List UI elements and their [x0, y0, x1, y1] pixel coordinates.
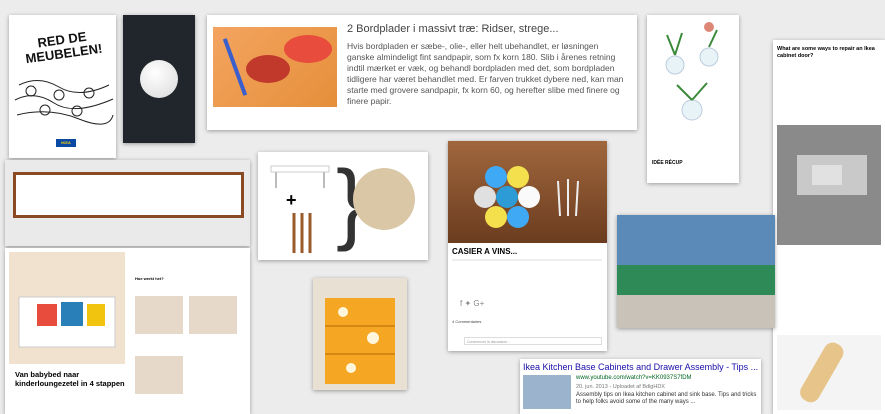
pin-title: IDÉE RÉCUP: [652, 160, 683, 166]
pin-casier-a-vins[interactable]: CASIER A VINS... f ✦ G+ 4 Commentaires C…: [448, 141, 607, 351]
ikea-logo: IKEA: [56, 139, 76, 147]
pin-babybed[interactable]: Van babybed naar kinderloungezetel in 4 …: [5, 248, 250, 414]
result-url[interactable]: www.youtube.com/watch?v=KK0937S7fDM: [576, 375, 692, 381]
hinge-photo: [777, 125, 881, 245]
pin-moon-lamp[interactable]: [123, 15, 195, 143]
facebook-icon[interactable]: f: [460, 299, 462, 308]
video-thumbnail[interactable]: [523, 375, 571, 409]
pin-body-text: Hvis bordpladen er sæbe-, olie-, eller h…: [347, 41, 624, 106]
pin-repair-cabinet-door[interactable]: What are some ways to repair an Ikea cab…: [773, 40, 885, 414]
pin-dresser[interactable]: [313, 278, 407, 390]
bench-cushion: [617, 265, 775, 295]
wine-rack-photo: [448, 141, 607, 243]
dresser-image: [325, 298, 395, 384]
coffee-table-image: [270, 165, 330, 188]
step-image: [135, 356, 183, 394]
share-icons[interactable]: f ✦ G+: [460, 299, 484, 308]
pin-table-hack[interactable]: + }: [258, 152, 428, 260]
sandpaper-photo: [213, 27, 337, 107]
result-meta: 20. jun. 2013 - Uploadet af BdigHDX: [576, 384, 665, 390]
hanging-vases-image: [665, 22, 719, 121]
sandpaper-tools-image: [222, 35, 332, 96]
shelf-unit-image: [13, 172, 244, 218]
googleplus-icon[interactable]: G+: [473, 299, 484, 308]
dowel-photo: [777, 335, 881, 410]
result-description: Assembly tips on Ikea kitchen cabinet an…: [576, 392, 757, 405]
finished-table-image: [353, 168, 415, 230]
pin-title: Van babybed naar kinderloungezetel in 4 …: [15, 370, 125, 388]
search-result-youtube[interactable]: Ikea Kitchen Base Cabinets and Drawer As…: [520, 359, 761, 414]
step-image: [189, 296, 237, 334]
result-title-link[interactable]: Ikea Kitchen Base Cabinets and Drawer As…: [523, 362, 758, 372]
comment-input[interactable]: Commencer la discussion...: [464, 337, 602, 345]
pin-bordplader[interactable]: 2 Bordplader i massivt træ: Ridser, stre…: [207, 15, 637, 130]
twitter-icon[interactable]: ✦: [464, 299, 471, 308]
step-image: [135, 296, 183, 334]
lounge-photo: [9, 252, 125, 364]
pin-title: CASIER A VINS...: [452, 247, 518, 256]
pin-idee-recup[interactable]: IDÉE RÉCUP: [647, 15, 739, 183]
pin-red-de-meubelen[interactable]: RED DE MEUBELEN! IKEA: [9, 15, 116, 158]
moon-lamp-image: [140, 60, 178, 98]
dowels-image: [292, 213, 312, 253]
pin-bench-seating[interactable]: [617, 215, 775, 328]
floor: [617, 295, 775, 328]
pin-title: 2 Bordplader i massivt træ: Ridser, stre…: [347, 23, 559, 35]
comments-count: 4 Commentaires: [452, 319, 482, 324]
pin-shelf-unit[interactable]: [5, 160, 250, 246]
question-title: What are some ways to repair an Ikea cab…: [777, 46, 875, 59]
steps-heading: Hoe werkt het?: [135, 276, 164, 281]
